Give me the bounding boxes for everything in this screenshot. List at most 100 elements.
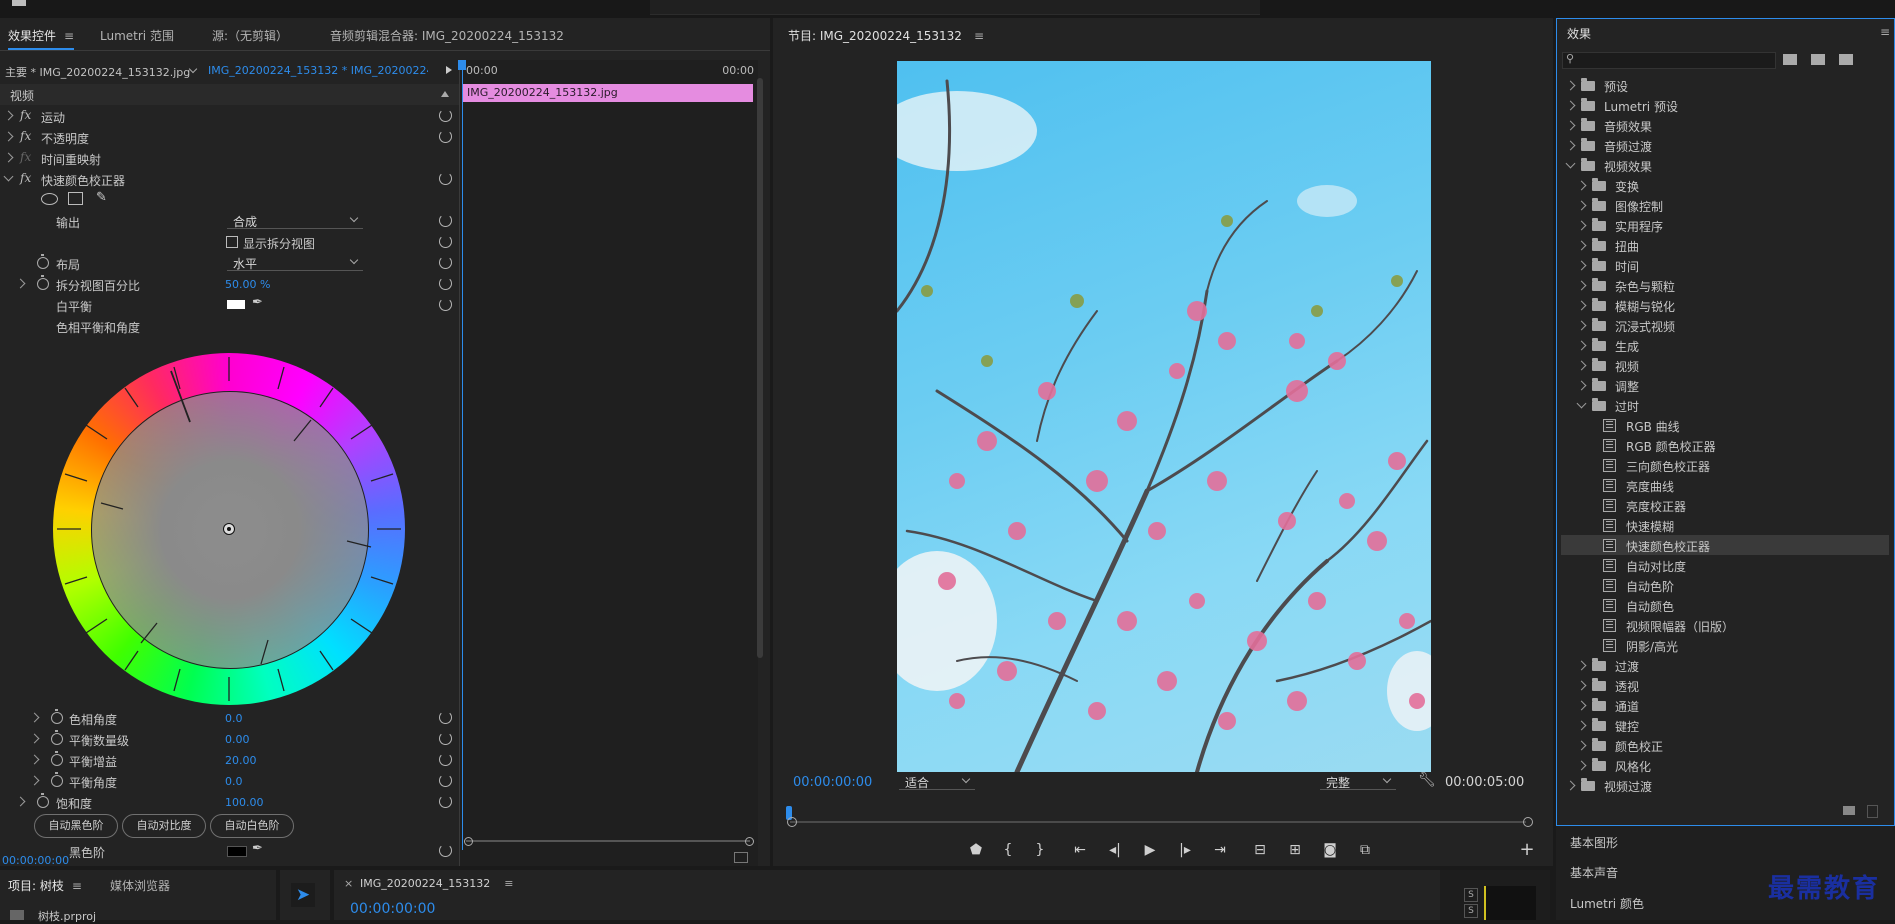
- playhead[interactable]: [462, 60, 463, 850]
- effect-folder-item[interactable]: 颜色校正: [1561, 735, 1889, 755]
- effect-folder-item[interactable]: 变换: [1561, 175, 1889, 195]
- timeline-scroll[interactable]: [466, 840, 750, 842]
- effect-folder-item[interactable]: 通道: [1561, 695, 1889, 715]
- master-clip-label[interactable]: 主要 * IMG_20200224_153132.jpg: [5, 64, 190, 80]
- workspace-icon[interactable]: [12, 0, 26, 6]
- effect-folder-item[interactable]: 模糊与锐化: [1561, 295, 1889, 315]
- chevron-down-icon[interactable]: [1576, 398, 1587, 409]
- white-balance-swatch[interactable]: [227, 300, 245, 309]
- close-sequence-icon[interactable]: ×: [344, 877, 353, 890]
- panel-menu-icon[interactable]: ≡: [504, 877, 513, 890]
- reset-icon[interactable]: [439, 774, 452, 787]
- collapse-icon[interactable]: [441, 91, 449, 97]
- lift-icon[interactable]: ⊟: [1249, 840, 1271, 860]
- tab-audio-clip-mixer[interactable]: 音频剪辑混合器: IMG_20200224_153132: [330, 27, 564, 44]
- stopwatch-icon[interactable]: [51, 772, 63, 787]
- chevron-right-icon[interactable]: [1576, 720, 1587, 731]
- effect-folder-item[interactable]: 过渡: [1561, 655, 1889, 675]
- auto-white-button[interactable]: 自动白色阶: [210, 814, 294, 838]
- effect-folder-item[interactable]: 音频过渡: [1561, 135, 1889, 155]
- effect-item[interactable]: RGB 颜色校正器: [1561, 435, 1889, 455]
- effect-item[interactable]: 视频限幅器（旧版）: [1561, 615, 1889, 635]
- effect-item[interactable]: 快速颜色校正器: [1561, 535, 1889, 555]
- effect-row-fast-color[interactable]: fx 快速颜色校正器: [0, 168, 459, 189]
- reset-icon[interactable]: [439, 277, 452, 290]
- effect-row-motion[interactable]: fx 运动: [0, 105, 459, 126]
- reset-icon[interactable]: [439, 298, 452, 311]
- reset-icon[interactable]: [439, 109, 452, 122]
- auto-contrast-button[interactable]: 自动对比度: [122, 814, 206, 838]
- chevron-down-icon[interactable]: [1565, 158, 1576, 169]
- scrub-handle-left[interactable]: [787, 817, 797, 827]
- reset-icon[interactable]: [439, 235, 452, 248]
- sequence-timecode[interactable]: 00:00:00:00: [350, 901, 435, 917]
- add-button-icon[interactable]: +: [1516, 840, 1538, 860]
- chevron-right-icon[interactable]: [1576, 680, 1587, 691]
- chevron-right-icon[interactable]: [1576, 340, 1587, 351]
- playhead-marker[interactable]: [458, 60, 466, 70]
- 32bit-effects-icon[interactable]: [1811, 54, 1825, 65]
- stopwatch-icon[interactable]: [51, 730, 63, 745]
- tab-project[interactable]: 项目: 树枝 ≡: [8, 877, 82, 894]
- wheel-center-handle[interactable]: [223, 523, 235, 535]
- reset-icon[interactable]: [439, 130, 452, 143]
- effect-row-opacity[interactable]: fx 不透明度: [0, 126, 459, 147]
- program-timecode[interactable]: 00:00:00:00: [793, 775, 872, 790]
- eyedropper-icon[interactable]: ✒: [252, 841, 263, 856]
- effect-item[interactable]: 亮度校正器: [1561, 495, 1889, 515]
- effect-folder-item[interactable]: 音频效果: [1561, 115, 1889, 135]
- reset-icon[interactable]: [439, 172, 452, 185]
- mark-in-icon[interactable]: {: [997, 840, 1019, 860]
- project-file-name[interactable]: 树枝.prproj: [38, 908, 96, 924]
- effect-folder-item[interactable]: 调整: [1561, 375, 1889, 395]
- reset-icon[interactable]: [439, 753, 452, 766]
- effect-row-time-remap[interactable]: fx 时间重映射: [0, 147, 459, 168]
- settings-wrench-icon[interactable]: 🔧︎: [1418, 772, 1436, 788]
- chevron-right-icon[interactable]: [1576, 200, 1587, 211]
- chevron-right-icon[interactable]: [1576, 360, 1587, 371]
- step-forward-icon[interactable]: |▸: [1174, 840, 1196, 860]
- balance-angle-value[interactable]: 0.0: [225, 775, 243, 788]
- reset-icon[interactable]: [439, 732, 452, 745]
- output-dropdown[interactable]: 合成: [227, 213, 363, 229]
- fx-icon[interactable]: fx: [20, 129, 31, 143]
- panel-menu-icon[interactable]: ≡: [974, 29, 984, 43]
- effect-folder-item[interactable]: 视频效果: [1561, 155, 1889, 175]
- panel-menu-icon[interactable]: ≡: [72, 879, 82, 893]
- chevron-right-icon[interactable]: [1576, 740, 1587, 751]
- comparison-view-icon[interactable]: ⧉: [1354, 840, 1376, 860]
- rectangle-mask-icon[interactable]: [68, 192, 83, 205]
- tab-lumetri-scopes[interactable]: Lumetri 范围: [100, 27, 174, 44]
- reset-icon[interactable]: [439, 711, 452, 724]
- effect-folder-item[interactable]: Lumetri 预设: [1561, 95, 1889, 115]
- effect-folder-item[interactable]: 预设: [1561, 75, 1889, 95]
- ellipse-mask-icon[interactable]: [41, 193, 58, 205]
- yuv-effects-icon[interactable]: [1839, 54, 1853, 65]
- effect-item[interactable]: 三向颜色校正器: [1561, 455, 1889, 475]
- export-frame-icon[interactable]: [734, 852, 748, 863]
- scroll-handle-left[interactable]: [464, 837, 473, 846]
- auto-black-button[interactable]: 自动黑色阶: [34, 814, 118, 838]
- effect-folder-item[interactable]: 图像控制: [1561, 195, 1889, 215]
- effect-controls-timecode[interactable]: 00:00:00:00: [2, 854, 69, 867]
- effects-title[interactable]: 效果: [1567, 25, 1591, 42]
- stopwatch-icon[interactable]: [37, 275, 49, 290]
- chevron-right-icon[interactable]: [1576, 180, 1587, 191]
- solo-button[interactable]: S: [1464, 888, 1478, 902]
- essential-graphics-header[interactable]: 基本图形: [1556, 826, 1895, 857]
- effect-item[interactable]: 自动颜色: [1561, 595, 1889, 615]
- effect-folder-item[interactable]: 生成: [1561, 335, 1889, 355]
- effect-folder-item[interactable]: 沉浸式视频: [1561, 315, 1889, 335]
- vertical-scrollbar[interactable]: [757, 78, 763, 658]
- effect-item[interactable]: 快速模糊: [1561, 515, 1889, 535]
- accelerated-effects-icon[interactable]: [1783, 54, 1797, 65]
- chevron-right-icon[interactable]: [1576, 280, 1587, 291]
- stopwatch-icon[interactable]: [51, 751, 63, 766]
- chevron-right-icon[interactable]: [1576, 220, 1587, 231]
- balance-mag-value[interactable]: 0.00: [225, 733, 250, 746]
- effect-folder-item[interactable]: 实用程序: [1561, 215, 1889, 235]
- chevron-right-icon[interactable]: [1576, 240, 1587, 251]
- add-marker-icon[interactable]: ⬟: [965, 840, 987, 860]
- effects-search-input[interactable]: ⚲: [1562, 52, 1776, 69]
- eyedropper-icon[interactable]: ✒: [252, 295, 263, 310]
